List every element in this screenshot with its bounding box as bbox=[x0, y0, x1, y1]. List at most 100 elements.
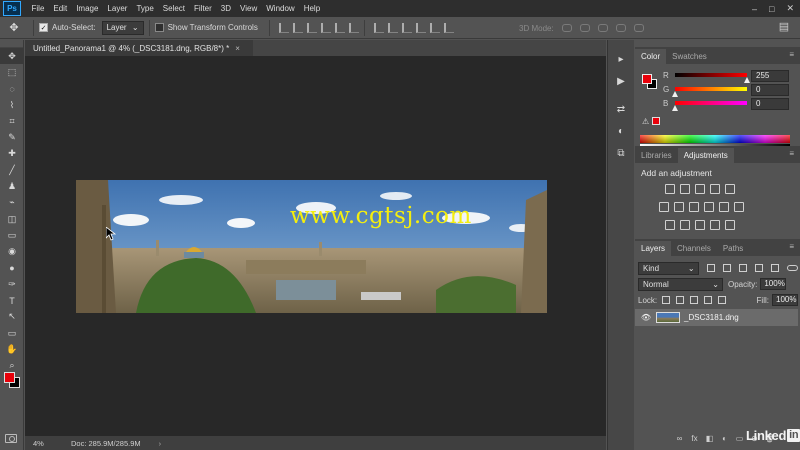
red-slider-thumb[interactable] bbox=[744, 77, 750, 83]
tab-color[interactable]: Color bbox=[635, 49, 667, 64]
scale-3d-icon[interactable] bbox=[633, 24, 644, 32]
layer-row[interactable]: 👁 _DSC3181.dng bbox=[635, 309, 798, 326]
align-left-icon[interactable] bbox=[320, 22, 331, 33]
layer-comps-icon[interactable]: ⧉ bbox=[608, 142, 634, 164]
tab-adjustments[interactable]: Adjustments bbox=[677, 148, 734, 163]
distribute-bottom-icon[interactable] bbox=[401, 22, 412, 33]
layer-name[interactable]: _DSC3181.dng bbox=[684, 313, 739, 322]
menu-window[interactable]: Window bbox=[262, 0, 299, 17]
blur-tool-icon[interactable]: ◉ bbox=[0, 244, 24, 260]
photo-filter-icon[interactable] bbox=[704, 202, 714, 212]
pen-tool-icon[interactable]: ✑ bbox=[0, 276, 24, 292]
auto-select-checkbox[interactable]: ✓ bbox=[39, 23, 48, 32]
red-slider[interactable] bbox=[675, 73, 747, 77]
maximize-button[interactable]: □ bbox=[769, 4, 774, 14]
fx-icon[interactable]: fx bbox=[690, 434, 699, 443]
tab-channels[interactable]: Channels bbox=[671, 241, 717, 256]
adjustments-panel-icon[interactable]: ◐ bbox=[608, 120, 634, 142]
lock-position-icon[interactable] bbox=[690, 296, 699, 304]
menu-layer[interactable]: Layer bbox=[103, 0, 132, 17]
threshold-icon[interactable] bbox=[695, 220, 705, 230]
type-tool-icon[interactable]: T bbox=[0, 292, 24, 308]
orbit-3d-icon[interactable] bbox=[561, 24, 572, 32]
opacity-field[interactable]: 100% bbox=[760, 278, 787, 290]
foreground-color-swatch[interactable] bbox=[4, 372, 15, 383]
tab-layers[interactable]: Layers bbox=[635, 241, 672, 256]
move-tool-preset-icon[interactable]: ✥ bbox=[0, 19, 28, 37]
move-tool-icon[interactable]: ✥ bbox=[0, 48, 24, 65]
show-transform-checkbox[interactable] bbox=[154, 23, 164, 32]
posterize-icon[interactable] bbox=[680, 220, 690, 230]
channel-mixer-icon[interactable] bbox=[719, 202, 729, 212]
gamut-warning-icon[interactable]: ⚠ bbox=[642, 117, 649, 126]
hand-tool-icon[interactable]: ✋ bbox=[0, 341, 24, 357]
brush-tool-icon[interactable]: ╱ bbox=[0, 162, 24, 178]
menu-type[interactable]: Type bbox=[132, 0, 158, 17]
distribute-vcenter-icon[interactable] bbox=[387, 22, 398, 33]
history-panel-icon[interactable]: ▸ bbox=[608, 48, 634, 70]
quick-selection-tool-icon[interactable]: ⌇ bbox=[0, 97, 24, 113]
panel-menu-icon[interactable]: ≡ bbox=[789, 50, 794, 59]
eyedropper-tool-icon[interactable]: ✎ bbox=[0, 129, 24, 145]
menu-image[interactable]: Image bbox=[72, 0, 103, 17]
black-white-icon[interactable] bbox=[689, 202, 699, 212]
menu-3d[interactable]: 3D bbox=[216, 0, 235, 17]
align-top-icon[interactable] bbox=[278, 22, 289, 33]
crop-tool-icon[interactable]: ⌗ bbox=[0, 113, 24, 129]
distribute-top-icon[interactable] bbox=[373, 22, 384, 33]
quick-mask-icon[interactable] bbox=[5, 434, 17, 443]
align-vcenter-icon[interactable] bbox=[292, 22, 303, 33]
minimize-button[interactable]: – bbox=[752, 4, 757, 14]
lock-transparency-icon[interactable] bbox=[662, 296, 671, 304]
blend-mode-dropdown[interactable]: Normal ⌄ bbox=[638, 277, 723, 291]
dodge-tool-icon[interactable]: ● bbox=[0, 260, 24, 276]
menu-select[interactable]: Select bbox=[158, 0, 189, 17]
eye-icon[interactable]: 👁 bbox=[639, 313, 653, 322]
align-bottom-icon[interactable] bbox=[306, 22, 317, 33]
actions-panel-icon[interactable]: ▶ bbox=[608, 70, 634, 92]
gradient-tool-icon[interactable]: ▭ bbox=[0, 227, 24, 243]
distribute-left-icon[interactable] bbox=[415, 22, 426, 33]
link-layers-icon[interactable]: ∞ bbox=[675, 434, 684, 443]
new-group-icon[interactable]: ▭ bbox=[735, 434, 744, 443]
green-slider[interactable] bbox=[675, 87, 747, 91]
lock-all-icon[interactable] bbox=[718, 296, 727, 304]
menu-edit[interactable]: Edit bbox=[49, 0, 72, 17]
history-brush-tool-icon[interactable]: ⌁ bbox=[0, 195, 24, 211]
align-right-icon[interactable] bbox=[348, 22, 359, 33]
close-icon[interactable]: × bbox=[235, 44, 240, 53]
invert-icon[interactable] bbox=[665, 220, 675, 230]
menu-view[interactable]: View bbox=[236, 0, 262, 17]
gradient-map-icon[interactable] bbox=[725, 220, 735, 230]
pixel-filter-icon[interactable] bbox=[706, 264, 715, 272]
workspace-icon[interactable]: ▤ bbox=[776, 20, 792, 36]
color-spectrum-ramp[interactable] bbox=[640, 135, 790, 143]
green-slider-thumb[interactable] bbox=[672, 91, 678, 97]
color-balance-icon[interactable] bbox=[674, 202, 684, 212]
chevron-right-icon[interactable]: › bbox=[159, 439, 162, 448]
filter-toggle[interactable] bbox=[786, 265, 798, 271]
tab-libraries[interactable]: Libraries bbox=[635, 148, 678, 163]
color-lookup-icon[interactable] bbox=[734, 202, 744, 212]
properties-panel-icon[interactable]: ⇄ bbox=[608, 98, 634, 120]
fill-field[interactable]: 100% bbox=[772, 294, 798, 306]
rectangle-tool-icon[interactable]: ▭ bbox=[0, 325, 24, 341]
close-button[interactable]: ✕ bbox=[786, 3, 794, 14]
path-selection-tool-icon[interactable]: ↖ bbox=[0, 309, 24, 325]
distribute-right-icon[interactable] bbox=[443, 22, 454, 33]
shape-filter-icon[interactable] bbox=[754, 264, 763, 272]
marquee-tool-icon[interactable]: ⬚ bbox=[0, 64, 24, 80]
gamut-warning-swatch[interactable] bbox=[652, 117, 660, 125]
blue-slider-thumb[interactable] bbox=[672, 105, 678, 111]
tab-paths[interactable]: Paths bbox=[717, 241, 749, 256]
selective-color-icon[interactable] bbox=[710, 220, 720, 230]
healing-brush-tool-icon[interactable]: ✚ bbox=[0, 146, 24, 162]
brightness-contrast-icon[interactable] bbox=[665, 184, 675, 194]
lock-pixels-icon[interactable] bbox=[676, 296, 685, 304]
levels-icon[interactable] bbox=[680, 184, 690, 194]
blue-slider[interactable] bbox=[675, 101, 747, 105]
canvas-area[interactable]: www.cgtsj.com bbox=[25, 56, 606, 436]
curves-icon[interactable] bbox=[695, 184, 705, 194]
roll-3d-icon[interactable] bbox=[579, 24, 590, 32]
layer-filter-dropdown[interactable]: Kind ⌄ bbox=[638, 261, 699, 275]
